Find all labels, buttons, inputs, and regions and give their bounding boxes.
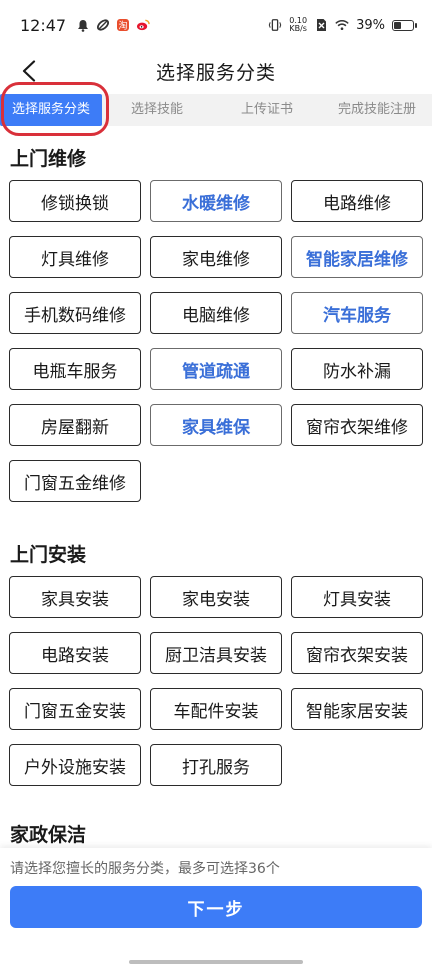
section-title-install: 上门安装 bbox=[10, 544, 87, 566]
category-tag[interactable]: 房屋翻新 bbox=[9, 404, 141, 446]
selection-hint: 请选择您擅长的服务分类，最多可选择36个 bbox=[10, 861, 280, 877]
section-title-housekeeping: 家政保洁 bbox=[10, 824, 87, 846]
category-tag[interactable]: 电脑维修 bbox=[150, 292, 282, 334]
section-title-repair: 上门维修 bbox=[10, 148, 87, 170]
battery-fill bbox=[394, 21, 401, 29]
install-category-grid: 家具安装 家电安装 灯具安装电路安装 厨卫洁具安装 窗帘衣架安装门窗五金安装 车配件安装智… bbox=[0, 576, 423, 786]
vibrate-icon bbox=[268, 18, 282, 32]
category-tag[interactable]: 门窗五金安装 bbox=[9, 688, 141, 730]
app-leaf-icon bbox=[96, 18, 110, 32]
category-tag[interactable]: 电路安装 bbox=[9, 632, 141, 674]
category-tag[interactable]: 家具安装 bbox=[9, 576, 141, 618]
status-time: 12:47 bbox=[20, 15, 67, 35]
app-chat-icon: 淘 bbox=[116, 18, 130, 32]
category-tag[interactable]: 家具维保 bbox=[150, 404, 282, 446]
battery-icon bbox=[392, 19, 417, 31]
category-tag[interactable]: 灯具安装 bbox=[291, 576, 423, 618]
category-tag[interactable]: 打孔服务 bbox=[150, 744, 282, 786]
weibo-icon bbox=[136, 18, 150, 32]
battery-percent: 39% bbox=[356, 17, 385, 33]
notification-bell-icon bbox=[76, 18, 90, 32]
category-tag[interactable]: 手机数码维修 bbox=[9, 292, 141, 334]
bottom-bar: 请选择您擅长的服务分类，最多可选择36个 下一步 bbox=[0, 848, 432, 964]
nav-bar: 选择服务分类 bbox=[0, 50, 432, 92]
network-speed: 0.10 KB/s bbox=[289, 17, 307, 33]
chevron-left-icon bbox=[22, 60, 36, 82]
category-tag[interactable]: 窗帘衣架维修 bbox=[291, 404, 423, 446]
status-bar: 12:47 淘 0.10 KB/s 39% bbox=[0, 0, 432, 50]
repair-category-grid: 修锁换锁 水暖维修 电路维修灯具维修 家电维修 智能家居维修手机数码维修 电脑维修 汽车服务… bbox=[0, 180, 423, 502]
step-select-category: 选择服务分类 bbox=[0, 94, 102, 126]
step-indicator: 选择服务分类 选择技能 上传证书 完成技能注册 bbox=[0, 94, 432, 126]
step-upload-certificate: 上传证书 bbox=[240, 102, 293, 117]
home-indicator[interactable] bbox=[129, 960, 303, 964]
category-tag[interactable]: 电瓶车服务 bbox=[9, 348, 141, 390]
next-step-button[interactable]: 下一步 bbox=[10, 886, 422, 928]
svg-text:淘: 淘 bbox=[119, 20, 128, 32]
step-complete-registration: 完成技能注册 bbox=[337, 102, 416, 117]
category-tag[interactable]: 智能家居安装 bbox=[291, 688, 423, 730]
category-tag[interactable]: 家电维修 bbox=[150, 236, 282, 278]
category-tag[interactable]: 智能家居维修 bbox=[291, 236, 423, 278]
category-tag[interactable]: 防水补漏 bbox=[291, 348, 423, 390]
category-tag[interactable]: 汽车服务 bbox=[291, 292, 423, 334]
category-tag[interactable]: 电路维修 bbox=[291, 180, 423, 222]
status-right: 0.10 KB/s 39% bbox=[268, 17, 417, 33]
wifi-icon bbox=[335, 18, 349, 32]
step-select-skill: 选择技能 bbox=[130, 102, 183, 117]
category-tag[interactable]: 灯具维修 bbox=[9, 236, 141, 278]
back-button[interactable] bbox=[14, 56, 44, 86]
category-tag[interactable]: 修锁换锁 bbox=[9, 180, 141, 222]
category-tag[interactable]: 窗帘衣架安装 bbox=[291, 632, 423, 674]
category-list[interactable]: 上门维修 修锁换锁 水暖维修 电路维修灯具维修 家电维修 智能家居维修手机数码维修 电脑维… bbox=[0, 126, 432, 848]
category-tag[interactable]: 水暖维修 bbox=[150, 180, 282, 222]
category-tag[interactable]: 车配件安装 bbox=[150, 688, 282, 730]
category-tag[interactable]: 家电安装 bbox=[150, 576, 282, 618]
page-title: 选择服务分类 bbox=[155, 61, 276, 84]
category-tag[interactable]: 户外设施安装 bbox=[9, 744, 141, 786]
sim-disabled-icon bbox=[314, 18, 328, 32]
category-tag[interactable]: 厨卫洁具安装 bbox=[150, 632, 282, 674]
category-tag[interactable]: 管道疏通 bbox=[150, 348, 282, 390]
status-left: 12:47 淘 bbox=[20, 16, 150, 35]
category-tag[interactable]: 门窗五金维修 bbox=[9, 460, 141, 502]
network-speed-unit: KB/s bbox=[289, 24, 307, 33]
